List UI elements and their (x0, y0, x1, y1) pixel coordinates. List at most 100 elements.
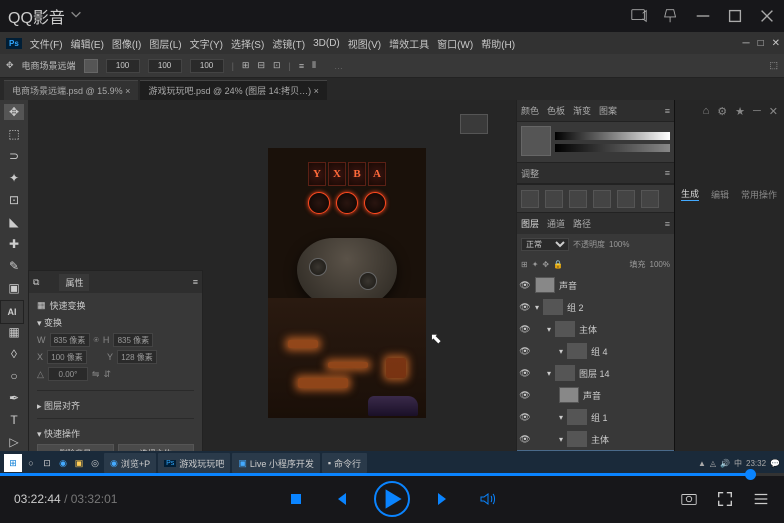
layer-row[interactable]: 👁▾组 2 (517, 296, 674, 318)
layer-row[interactable]: 👁▾主体 (517, 318, 674, 340)
tray-icon[interactable]: ▲ (698, 459, 706, 468)
y-input[interactable] (117, 350, 157, 364)
align-icon[interactable]: ⊡ (273, 60, 281, 71)
canvas[interactable]: Y X B A (268, 148, 426, 418)
taskbar-item[interactable]: ◉浏览+P (104, 453, 156, 473)
far-tab[interactable]: 生成 (681, 187, 699, 201)
menu-item[interactable]: 帮助(H) (481, 36, 515, 51)
maximize-icon[interactable] (726, 7, 744, 25)
home-icon[interactable]: ⌂ (703, 105, 710, 117)
progress-track[interactable] (0, 473, 784, 476)
fill-value[interactable]: 100% (650, 260, 670, 269)
layer-row[interactable]: 👁声音 (517, 384, 674, 406)
menu-item[interactable]: 图像(I) (112, 36, 141, 51)
panel-menu-icon[interactable]: ≡ (665, 219, 670, 229)
panel-menu-icon[interactable]: ≡ (665, 168, 670, 178)
volume-icon[interactable]: 🔊 (720, 459, 730, 468)
taskbar-item[interactable]: ▪命令行 (322, 453, 367, 473)
navigator-thumb[interactable] (460, 114, 488, 134)
color-tab[interactable]: 颜色 (521, 104, 539, 117)
move-tool[interactable]: ✥ (4, 104, 24, 120)
chevron-icon[interactable]: ▾ (559, 413, 563, 422)
close-icon[interactable]: ✕ (769, 105, 778, 118)
taskbar-item[interactable]: ▣Live 小程序开发 (232, 453, 320, 473)
prev-button[interactable] (330, 489, 350, 509)
adjustments-tab[interactable]: 调整 (521, 167, 539, 180)
minimize-icon[interactable] (694, 7, 712, 25)
visibility-icon[interactable]: 👁 (519, 323, 531, 335)
stop-button[interactable] (286, 489, 306, 509)
channels-tab[interactable]: 通道 (547, 217, 565, 230)
distribute-icon[interactable]: ⫴ (312, 60, 316, 71)
gradient-tool[interactable]: ▦ (4, 324, 24, 340)
eyedropper-tool[interactable]: ◣ (4, 214, 24, 230)
swatch[interactable] (84, 59, 98, 73)
blur-tool[interactable]: ◊ (4, 346, 24, 362)
far-tab[interactable]: 常用操作 (741, 188, 777, 201)
menu-item[interactable]: 滤镜(T) (272, 36, 305, 51)
opt-input[interactable] (190, 59, 224, 73)
heal-tool[interactable]: ✚ (4, 236, 24, 252)
panel-menu-icon[interactable]: ≡ (665, 106, 670, 116)
width-input[interactable] (50, 333, 90, 347)
volume-button[interactable] (478, 489, 498, 509)
adjustment-preset[interactable] (521, 190, 539, 208)
angle-input[interactable] (48, 367, 88, 381)
chrome-icon[interactable]: ◎ (88, 456, 102, 470)
fullscreen-button[interactable] (716, 490, 734, 508)
minimize-icon[interactable]: ─ (753, 105, 761, 117)
chevron-icon[interactable]: ▾ (559, 347, 563, 356)
layer-row[interactable]: 👁声音 (517, 274, 674, 296)
opacity-value[interactable]: 100% (609, 240, 629, 249)
chevron-icon[interactable]: ▾ (559, 435, 563, 444)
menu-item[interactable]: 编辑(E) (71, 36, 104, 51)
panel-menu-icon[interactable]: ≡ (193, 277, 198, 287)
blend-mode-select[interactable]: 正常 (521, 238, 569, 251)
pen-tool[interactable]: ✒ (4, 390, 24, 406)
menu-item[interactable]: 窗口(W) (437, 36, 473, 51)
opt-input[interactable] (148, 59, 182, 73)
layers-list[interactable]: 👁声音👁▾组 2👁▾主体👁▾组 4👁▾图层 14👁声音👁▾组 1👁▾主体👁图层…… (517, 274, 674, 455)
menu-item[interactable]: 选择(S) (231, 36, 264, 51)
visibility-icon[interactable]: 👁 (519, 389, 531, 401)
ime-icon[interactable]: 中 (734, 458, 742, 469)
align-icon[interactable]: ⊟ (257, 60, 265, 71)
adjustment-preset[interactable] (569, 190, 587, 208)
tool-preset-icon[interactable]: ✥ (6, 60, 14, 71)
visibility-icon[interactable]: 👁 (519, 433, 531, 445)
start-button[interactable]: ⊞ (4, 454, 22, 472)
play-button[interactable] (374, 481, 410, 517)
visibility-icon[interactable]: 👁 (519, 411, 531, 423)
taskview-icon[interactable]: ⊡ (40, 456, 54, 470)
inner-maximize-icon[interactable]: □ (758, 38, 764, 49)
far-tab[interactable]: 编辑 (711, 188, 729, 201)
chevron-icon[interactable]: ▾ (547, 325, 551, 334)
type-tool[interactable]: T (4, 412, 24, 428)
layer-row[interactable]: 👁▾图层 14 (517, 362, 674, 384)
link-icon[interactable]: ⍟ (94, 335, 99, 346)
chevron-down-icon[interactable] (69, 7, 83, 26)
clock[interactable]: 23:32 (746, 459, 766, 468)
pin-icon[interactable] (662, 7, 680, 25)
menu-item[interactable]: 3D(D) (313, 38, 340, 49)
menu-item[interactable]: 视图(V) (348, 36, 381, 51)
lock-icon[interactable]: ✥ (542, 260, 549, 269)
x-input[interactable] (47, 350, 87, 364)
menu-item[interactable]: 增效工具 (389, 36, 429, 51)
opt-input[interactable] (106, 59, 140, 73)
height-input[interactable] (113, 333, 153, 347)
visibility-icon[interactable]: 👁 (519, 279, 531, 291)
layer-row[interactable]: 👁▾组 1 (517, 406, 674, 428)
edge-icon[interactable]: ◉ (56, 456, 70, 470)
foreground-swatch[interactable] (521, 126, 551, 156)
visibility-icon[interactable]: 👁 (519, 301, 531, 313)
visibility-icon[interactable]: 👁 (519, 345, 531, 357)
adjustment-preset[interactable] (617, 190, 635, 208)
properties-tab[interactable]: 属性 (59, 274, 89, 291)
hue-slider[interactable] (555, 132, 670, 140)
cast-icon[interactable] (630, 7, 648, 25)
wifi-icon[interactable]: ◬ (710, 459, 716, 468)
crop-tool[interactable]: ⊡ (4, 192, 24, 208)
canvas-area[interactable]: Y X B A ⬉ (28, 100, 516, 475)
pattern-tab[interactable]: 图案 (599, 104, 617, 117)
